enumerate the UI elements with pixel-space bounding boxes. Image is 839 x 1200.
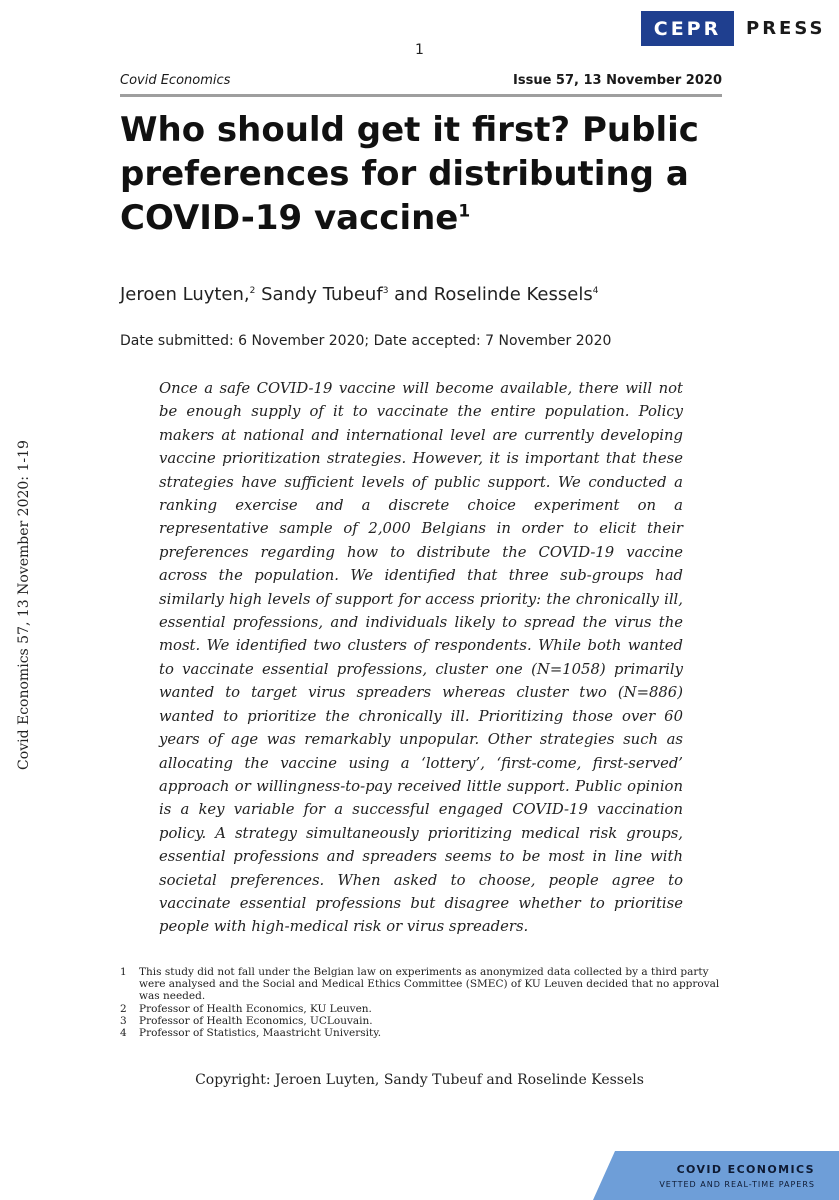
covid-economics-banner: COVID ECONOMICS VETTED AND REAL-TIME PAP… xyxy=(593,1151,839,1200)
issue-info: Issue 57, 13 November 2020 xyxy=(513,72,722,88)
footnote-number: 3 xyxy=(120,1014,127,1027)
banner-title: COVID ECONOMICS xyxy=(676,1163,815,1176)
logo-press-text: PRESS xyxy=(746,18,826,39)
banner-subtitle: VETTED AND REAL-TIME PAPERS xyxy=(659,1180,815,1189)
logo-cepr-box: CEPR xyxy=(641,11,734,46)
footnote-text: Professor of Health Economics, KU Leuven… xyxy=(139,1002,372,1015)
footnote-text: Professor of Health Economics, UCLouvain… xyxy=(139,1014,373,1027)
author-name: Jeroen Luyten, xyxy=(120,284,250,305)
abstract: Once a safe COVID-19 vaccine will become… xyxy=(159,380,683,936)
footnote-number: 2 xyxy=(120,1002,127,1015)
side-citation: Covid Economics 57, 13 November 2020: 1-… xyxy=(14,440,34,770)
title-text: Who should get it first? Public preferen… xyxy=(120,110,699,238)
copyright-notice: Copyright: Jeroen Luyten, Sandy Tubeuf a… xyxy=(195,1072,644,1088)
footnote: 3 Professor of Health Economics, UCLouvai… xyxy=(120,1015,722,1027)
author-name: and Roselinde Kessels xyxy=(388,284,593,305)
author-name: Sandy Tubeuf xyxy=(255,284,383,305)
running-head: Covid Economics Issue 57, 13 November 20… xyxy=(120,71,722,89)
footnote: 1 This study did not fall under the Belgi… xyxy=(120,966,722,1003)
footnote-text: This study did not fall under the Belgia… xyxy=(139,966,720,1003)
journal-name: Covid Economics xyxy=(120,72,231,88)
footnote-number: 4 xyxy=(120,1027,127,1040)
footnote-text: Professor of Statistics, Maastricht Univ… xyxy=(139,1027,382,1040)
side-citation-text: Covid Economics 57, 13 November 2020: 1-… xyxy=(16,440,32,770)
cepr-press-logo: CEPR PRESS xyxy=(641,11,825,46)
header-rule xyxy=(120,94,722,97)
paper-title: Who should get it first? Public preferen… xyxy=(120,108,722,240)
footnotes: 1 This study did not fall under the Belgi… xyxy=(120,966,722,1039)
author-list: Jeroen Luyten,2 Sandy Tubeuf3 and Roseli… xyxy=(120,284,722,305)
footnote-number: 1 xyxy=(120,966,127,978)
submission-dates: Date submitted: 6 November 2020; Date ac… xyxy=(120,333,612,349)
footnote: 2 Professor of Health Economics, KU Leuve… xyxy=(120,1003,722,1015)
page-number: 1 xyxy=(415,42,424,58)
title-footnote-mark: 1 xyxy=(458,201,471,222)
footnote: 4 Professor of Statistics, Maastricht Uni… xyxy=(120,1027,722,1039)
author-footnote-mark: 4 xyxy=(592,286,599,296)
